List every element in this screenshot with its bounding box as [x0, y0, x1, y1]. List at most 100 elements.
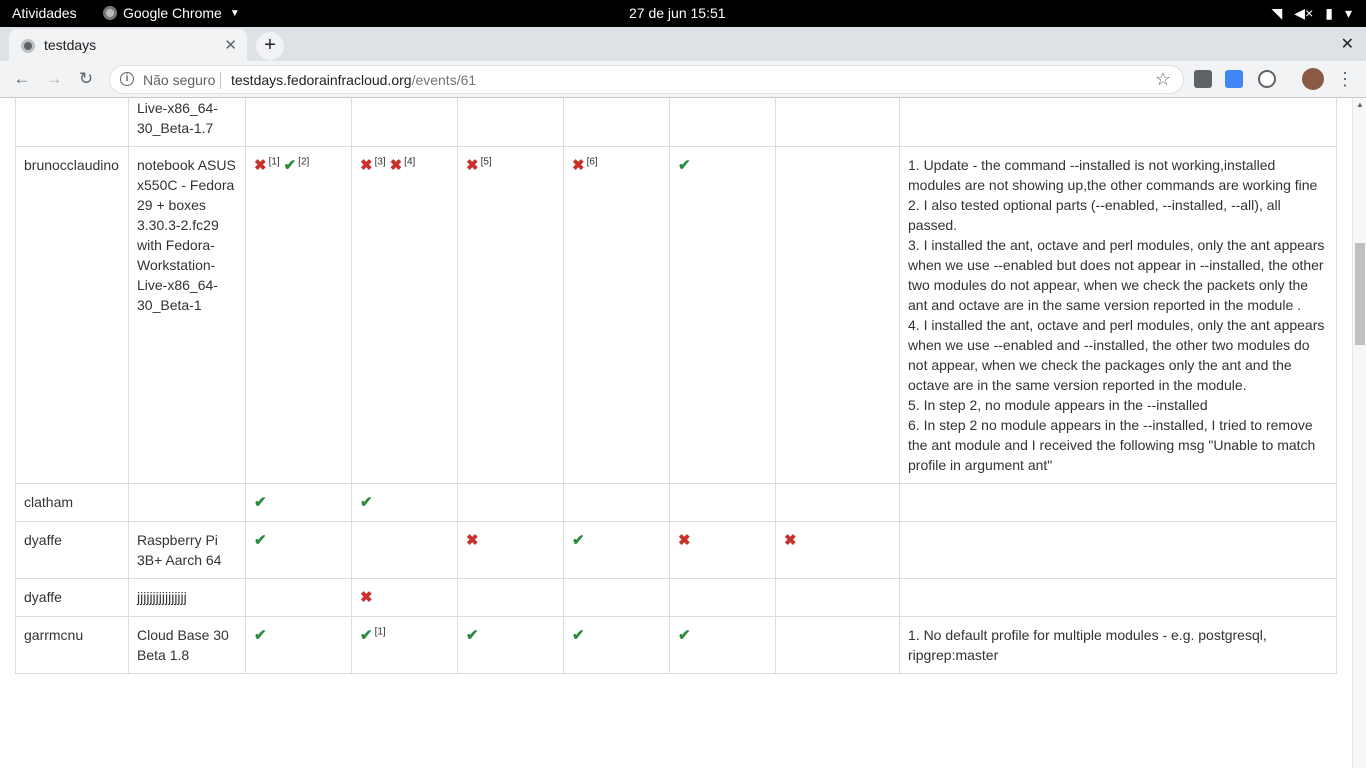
results-table: Mojave 10.14.3+ VirtualBox5.2.20 +Fedora…: [15, 98, 1337, 674]
comment-line: 3. I installed the ant, octave and perl …: [908, 237, 1325, 313]
result-cell: [245, 578, 352, 617]
address-bar[interactable]: i Não seguro testdays.fedorainfracloud.o…: [109, 65, 1184, 94]
divider: [220, 72, 221, 89]
result-cell: ✔: [245, 483, 352, 522]
tab-strip: testdays ✕ + ✕: [0, 27, 1366, 61]
profile-cell: Cloud Base 30 Beta 1.8: [128, 616, 246, 674]
result-cell: [775, 578, 900, 617]
result-cell: ✔: [669, 146, 776, 484]
footnote-link[interactable]: [3]: [375, 156, 386, 167]
profile-line: x550C - Fedora: [137, 177, 235, 193]
footnote-link[interactable]: [4]: [404, 156, 415, 167]
results-table-body: Mojave 10.14.3+ VirtualBox5.2.20 +Fedora…: [15, 98, 1337, 674]
result-cell: [245, 98, 352, 147]
profile-line: 29 + boxes: [137, 197, 206, 213]
browser-toolbar: ← → ↻ i Não seguro testdays.fedorainfrac…: [0, 61, 1366, 98]
scrollbar-thumb[interactable]: [1355, 243, 1365, 345]
profile-line: notebook ASUS: [137, 157, 236, 173]
url-host: testdays.fedorainfracloud.org: [231, 72, 412, 88]
footnote-link[interactable]: [5]: [481, 156, 492, 167]
wifi-icon: ◥: [1271, 5, 1283, 21]
comment-cell: [899, 483, 1337, 522]
cross-icon: ✖: [466, 157, 479, 174]
cross-icon: ✖: [360, 589, 373, 606]
clock[interactable]: 27 de jun 15:51: [629, 5, 726, 21]
result-cell: [775, 146, 900, 484]
cross-icon: ✖: [466, 532, 479, 549]
profile-avatar[interactable]: [1302, 68, 1324, 90]
result-cell: ✔: [457, 616, 564, 674]
result-cell: [775, 483, 900, 522]
check-icon: ✔: [678, 627, 691, 644]
extension-shield-icon[interactable]: [1194, 70, 1212, 88]
comment-line: 1. Update - the command --installed is n…: [908, 157, 1318, 193]
table-row: brunocclaudino notebook ASUS x550C - Fedor…: [15, 146, 1337, 484]
footnote-link[interactable]: [1]: [269, 156, 280, 167]
check-icon: ✔: [466, 627, 479, 644]
info-icon[interactable]: i: [120, 72, 134, 86]
profile-cell: jjjjjjjjjjjjjjjj: [128, 578, 246, 617]
result-cell: [457, 578, 564, 617]
profile-cell: Raspberry Pi 3B+ Aarch 64: [128, 521, 246, 579]
check-icon: ✔: [283, 157, 297, 174]
forward-button[interactable]: →: [42, 67, 66, 91]
activities-button[interactable]: Atividades: [12, 5, 77, 21]
check-icon: ✔: [254, 532, 267, 549]
security-label[interactable]: Não seguro: [143, 72, 215, 88]
chevron-down-icon: ▼: [229, 7, 240, 19]
battery-icon: ▮: [1325, 5, 1333, 21]
cross-icon: ✖: [360, 157, 373, 174]
url-text[interactable]: testdays.fedorainfracloud.org/events/61: [231, 72, 476, 88]
system-tray[interactable]: ◥ ◀× ▮ ▾: [1272, 5, 1352, 22]
result-cell: [457, 98, 564, 147]
more-menu-icon[interactable]: ⋮: [1336, 67, 1354, 91]
user-cell: [15, 98, 129, 147]
result-cell: ✖: [351, 578, 458, 617]
system-top-bar: Atividades Google Chrome ▼ 27 de jun 15:…: [0, 0, 1366, 27]
profile-line: 30_Beta-1.7: [137, 120, 214, 136]
footnote-link[interactable]: [2]: [298, 156, 309, 167]
comment-cell: [899, 578, 1337, 617]
tab-testdays[interactable]: testdays ✕: [9, 29, 247, 61]
translate-icon[interactable]: [1225, 70, 1243, 88]
back-button[interactable]: ←: [10, 67, 34, 91]
volume-muted-icon: ◀×: [1294, 5, 1314, 21]
result-cell: ✖ [6]: [563, 146, 670, 484]
reload-button[interactable]: ↻: [74, 67, 98, 91]
extension-circle-icon[interactable]: [1258, 70, 1276, 88]
close-tab-icon[interactable]: ✕: [224, 36, 237, 54]
table-row: Mojave 10.14.3+ VirtualBox5.2.20 +Fedora…: [15, 98, 1337, 147]
url-path: /events/61: [411, 72, 477, 88]
profile-line: 30_Beta-1: [137, 297, 202, 313]
cross-icon: ✖: [784, 532, 797, 549]
profile-line: Cloud Base 30: [137, 627, 229, 643]
comment-cell: 1. Update - the command --installed is n…: [899, 146, 1337, 484]
table-row: clatham ✔ ✔: [15, 483, 1337, 522]
user-cell: clatham: [15, 483, 129, 522]
page-content: Mojave 10.14.3+ VirtualBox5.2.20 +Fedora…: [0, 98, 1352, 768]
cross-icon: ✖: [254, 157, 267, 174]
result-cell: [775, 616, 900, 674]
chevron-down-icon: ▾: [1344, 5, 1352, 21]
footnote-link[interactable]: [1]: [375, 626, 386, 637]
profile-cell: Mojave 10.14.3+ VirtualBox5.2.20 +Fedora…: [128, 98, 246, 147]
user-cell: dyaffe: [15, 578, 129, 617]
vertical-scrollbar[interactable]: ▲: [1352, 98, 1366, 768]
bookmark-star-icon[interactable]: ☆: [1155, 69, 1171, 90]
tab-title: testdays: [44, 37, 97, 53]
cross-icon: ✖: [389, 157, 403, 174]
profile-cell: notebook ASUS x550C - Fedora 29 + boxes 3.3…: [128, 146, 246, 484]
result-cell: ✔: [245, 616, 352, 674]
table-row: dyaffe Raspberry Pi 3B+ Aarch 64 ✔ ✖ ✔ ✖ ✖: [15, 521, 1337, 579]
scroll-up-arrow-icon[interactable]: ▲: [1356, 100, 1364, 109]
new-tab-button[interactable]: +: [256, 32, 284, 60]
profile-line: 3B+ Aarch 64: [137, 552, 222, 568]
window-close-icon[interactable]: ✕: [1341, 34, 1354, 54]
result-cell: [351, 521, 458, 579]
app-menu[interactable]: Google Chrome ▼: [103, 5, 240, 21]
result-cell: [669, 578, 776, 617]
table-row: garrmcnu Cloud Base 30 Beta 1.8 ✔ ✔ [1] ✔ ✔ ✔ 1.…: [15, 616, 1337, 674]
chrome-icon: [103, 6, 117, 20]
footnote-link[interactable]: [6]: [587, 156, 598, 167]
result-cell: [563, 483, 670, 522]
